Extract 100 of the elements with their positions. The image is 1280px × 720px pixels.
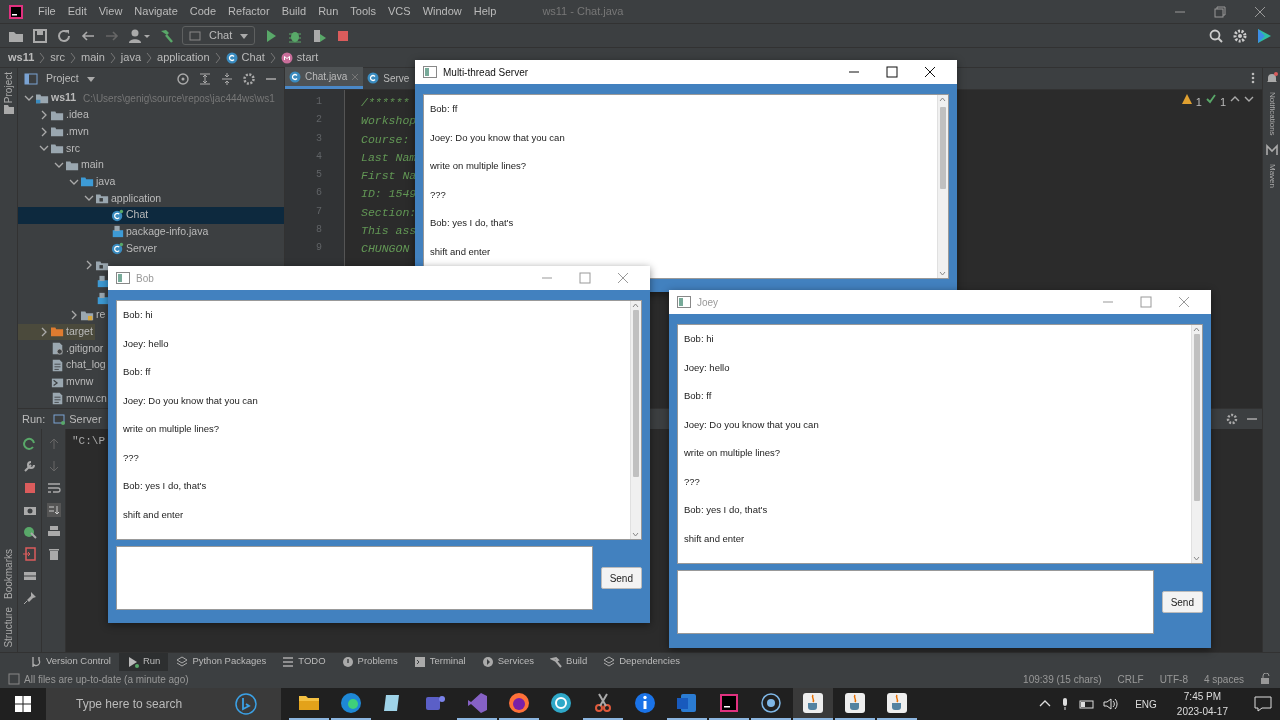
info-icon[interactable] <box>633 691 657 715</box>
document-app-icon[interactable] <box>675 691 699 715</box>
tool-window-tab[interactable]: Run <box>118 652 169 671</box>
scroll-up-icon[interactable] <box>938 95 947 103</box>
user-icon[interactable] <box>128 27 150 44</box>
tree-row[interactable]: re <box>18 306 108 324</box>
restart-icon[interactable] <box>22 525 37 539</box>
menu-item[interactable]: Code <box>183 3 223 20</box>
menu-item[interactable]: Build <box>275 3 313 20</box>
breadcrumb[interactable]: Chat <box>241 49 265 66</box>
expand-all-icon[interactable] <box>198 72 212 86</box>
tool-window-tab[interactable]: Python Packages <box>168 652 275 671</box>
editor-tab[interactable]: Serve <box>363 67 414 89</box>
tree-row[interactable]: .idea <box>18 106 91 124</box>
breadcrumb[interactable]: src <box>50 49 65 66</box>
tool-window-tab[interactable]: Maven <box>1265 163 1278 188</box>
tool-window-tab[interactable]: TODO <box>274 652 334 671</box>
tree-row[interactable]: ws11 C:\Users\genig\source\repos\jac444ws\ws1 <box>18 90 277 107</box>
coverage-icon[interactable] <box>311 27 328 44</box>
tree-row[interactable]: package-info.java <box>18 223 211 241</box>
java-cup-icon[interactable] <box>885 691 909 715</box>
maven-icon[interactable] <box>1265 143 1278 156</box>
tree-row[interactable]: .mvn <box>18 123 91 141</box>
scroll-down-icon[interactable] <box>938 270 947 278</box>
status-item[interactable]: CRLF <box>1117 671 1144 687</box>
bell-icon[interactable] <box>1265 72 1278 84</box>
notification-icon[interactable] <box>1254 696 1272 712</box>
message-input[interactable] <box>677 570 1154 634</box>
tree-row[interactable]: chat_log <box>18 357 108 374</box>
run-config-tab[interactable]: Server <box>53 410 102 428</box>
status-item[interactable]: 4 spaces <box>1203 671 1244 687</box>
tool-window-tab[interactable]: Terminal <box>405 652 474 671</box>
tool-window-tab[interactable]: Notifications <box>1265 92 1278 136</box>
run-configuration-dropdown[interactable]: Chat <box>182 26 256 45</box>
speaker-icon[interactable] <box>1103 698 1120 710</box>
tool-window-tab[interactable]: Structure <box>1 607 16 648</box>
tool-window-tab[interactable]: Dependencies <box>595 652 688 671</box>
trash-icon[interactable] <box>46 547 61 561</box>
chat-bubble-icon[interactable] <box>235 693 257 715</box>
record-icon[interactable] <box>759 691 783 715</box>
java-cup-icon[interactable] <box>843 691 867 715</box>
browser-icon[interactable] <box>339 691 363 715</box>
send-button[interactable]: Send <box>1161 591 1203 613</box>
tool-window-tab[interactable]: Services <box>473 652 543 671</box>
tree-row[interactable]: application <box>18 190 164 207</box>
print-icon[interactable] <box>46 525 61 539</box>
settings-icon[interactable] <box>1226 413 1238 425</box>
menu-item[interactable]: Window <box>416 3 468 20</box>
tree-row[interactable]: mvnw <box>18 373 96 391</box>
pin-icon[interactable] <box>22 591 37 605</box>
tool-window-tab[interactable]: Bookmarks <box>1 549 16 600</box>
scroll-up-icon[interactable] <box>631 301 640 309</box>
status-item[interactable]: UTF-8 <box>1159 671 1188 687</box>
layout-icon[interactable] <box>22 569 37 583</box>
locate-icon[interactable] <box>176 72 190 86</box>
panel-title[interactable]: Project <box>46 71 79 87</box>
settings-icon[interactable] <box>1232 27 1248 44</box>
app-icon[interactable] <box>549 691 573 715</box>
message-input[interactable] <box>116 545 593 610</box>
rerun-icon[interactable] <box>22 437 37 451</box>
clock-time[interactable]: 7:45 PM <box>1183 689 1222 704</box>
code-editor-icon[interactable] <box>465 691 489 715</box>
breadcrumb[interactable]: ws11 <box>8 49 35 66</box>
clock-date[interactable]: 2023-04-17 <box>1176 704 1228 719</box>
browser-icon[interactable] <box>507 691 531 715</box>
taskbar-search-field[interactable]: Type here to search <box>46 688 211 720</box>
search-icon[interactable] <box>1208 27 1224 44</box>
tool-window-tab[interactable]: Problems <box>333 652 406 671</box>
stop-icon[interactable] <box>22 481 37 495</box>
tree-row[interactable]: java <box>18 173 118 191</box>
status-item[interactable]: 109:39 (15 chars) <box>1023 671 1102 687</box>
tree-row[interactable]: target <box>18 323 95 341</box>
toolbox-logo-icon[interactable] <box>1256 27 1272 44</box>
tree-row[interactable]: src <box>18 140 82 157</box>
tree-row[interactable]: mvnw.cn <box>18 390 109 408</box>
scrollbar[interactable] <box>937 95 948 278</box>
breadcrumb[interactable]: start <box>296 49 319 66</box>
tool-window-tab[interactable]: Version Control <box>22 652 119 671</box>
scrollbar[interactable] <box>630 301 641 539</box>
scroll-down-icon[interactable] <box>631 531 640 539</box>
tool-window-tab[interactable]: Build <box>542 652 596 671</box>
menu-item[interactable]: Edit <box>61 3 93 20</box>
save-icon[interactable] <box>32 27 48 44</box>
menu-item[interactable]: File <box>32 3 62 20</box>
menu-item[interactable]: Refactor <box>222 3 276 20</box>
caret-icon[interactable] <box>86 75 95 83</box>
tree-row[interactable]: Chat <box>18 206 284 224</box>
menu-item[interactable]: View <box>92 3 129 20</box>
ide-icon[interactable] <box>717 691 741 715</box>
java-cup-icon[interactable] <box>801 691 825 715</box>
tree-row[interactable]: .gitignor <box>18 340 106 357</box>
lock-icon[interactable] <box>1260 673 1272 685</box>
scroll-down-icon[interactable] <box>1192 555 1201 563</box>
breadcrumb[interactable]: java <box>120 49 141 66</box>
settings-icon[interactable] <box>242 72 256 86</box>
scroll-end-icon[interactable] <box>46 503 61 517</box>
collapse-all-icon[interactable] <box>220 72 234 86</box>
refresh-icon[interactable] <box>56 27 72 44</box>
menu-item[interactable]: Tools <box>344 3 382 20</box>
scrollbar[interactable] <box>1191 325 1202 563</box>
